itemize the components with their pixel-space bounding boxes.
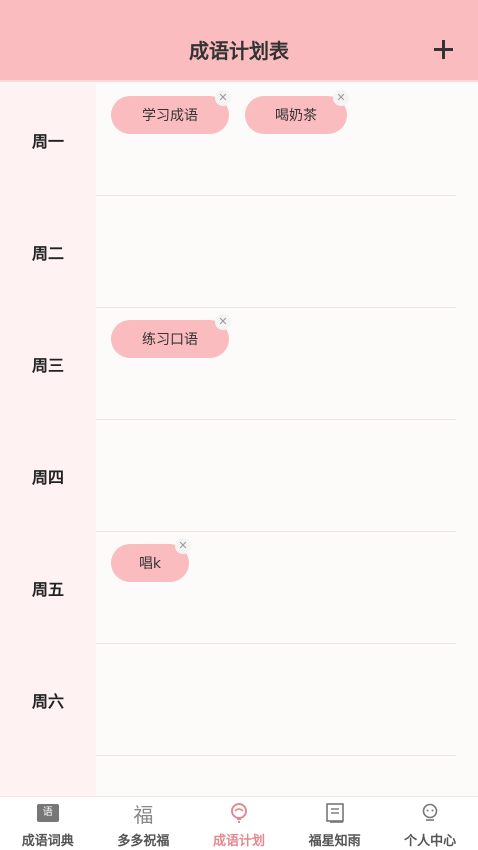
day-row-monday: 周一 学习成语 ✕ 喝奶茶 ✕	[0, 84, 478, 196]
tab-label: 个人中心	[404, 834, 457, 849]
close-icon[interactable]: ✕	[215, 90, 231, 106]
day-row-saturday: 周六	[0, 644, 478, 756]
day-row-friday: 周五 唱k ✕	[0, 532, 478, 644]
tab-plan[interactable]: 成语计划	[191, 797, 287, 850]
day-label: 周六	[31, 692, 64, 711]
close-icon[interactable]: ✕	[333, 90, 349, 106]
task-label: 学习成语	[142, 108, 198, 124]
day-label: 周二	[31, 244, 64, 263]
page-title: 成语计划表	[189, 38, 289, 63]
add-plan-button[interactable]	[432, 38, 456, 62]
close-icon[interactable]: ✕	[215, 314, 231, 330]
day-label: 周五	[31, 580, 64, 599]
tab-label: 多多祝福	[117, 834, 170, 849]
plan-icon	[230, 803, 247, 823]
day-label: 周三	[31, 356, 64, 375]
day-label: 周四	[31, 468, 64, 487]
day-row-wednesday: 周三 练习口语 ✕	[0, 308, 478, 420]
task-label: 唱k	[138, 556, 162, 572]
tab-profile[interactable]: 个人中心	[382, 797, 478, 850]
divider	[96, 755, 456, 756]
dictionary-icon: 语	[36, 804, 59, 822]
day-row-thursday: 周四	[0, 420, 478, 532]
profile-icon	[422, 803, 438, 821]
task-label: 喝奶茶	[275, 108, 317, 124]
close-icon[interactable]: ✕	[175, 538, 191, 554]
app-header: 成语计划表	[0, 0, 478, 82]
tab-knowledge[interactable]: 福星知雨	[287, 797, 383, 850]
tab-label: 成语计划	[212, 834, 265, 849]
task-chip[interactable]: 喝奶茶 ✕	[245, 90, 349, 134]
book-icon	[325, 803, 344, 823]
bottom-tab-bar: 语 成语词典 福 多多祝福 成语计划 福星知雨 个人中心	[0, 796, 478, 850]
tab-blessing[interactable]: 福 多多祝福	[96, 797, 192, 850]
tab-dictionary[interactable]: 语 成语词典	[0, 797, 96, 850]
day-row-tuesday: 周二	[0, 196, 478, 308]
task-chip[interactable]: 练习口语 ✕	[111, 314, 231, 358]
plan-list: 周一 学习成语 ✕ 喝奶茶 ✕ 周二 周三 练习口语 ✕ 周四 周五 唱k ✕ …	[0, 84, 478, 756]
tab-label: 福星知雨	[308, 834, 361, 849]
tab-label: 成语词典	[21, 834, 74, 849]
task-chip[interactable]: 学习成语 ✕	[111, 90, 231, 134]
task-chip[interactable]: 唱k ✕	[111, 538, 191, 582]
day-label: 周一	[31, 132, 64, 151]
blessing-icon: 福	[133, 802, 154, 827]
task-label: 练习口语	[142, 332, 198, 348]
